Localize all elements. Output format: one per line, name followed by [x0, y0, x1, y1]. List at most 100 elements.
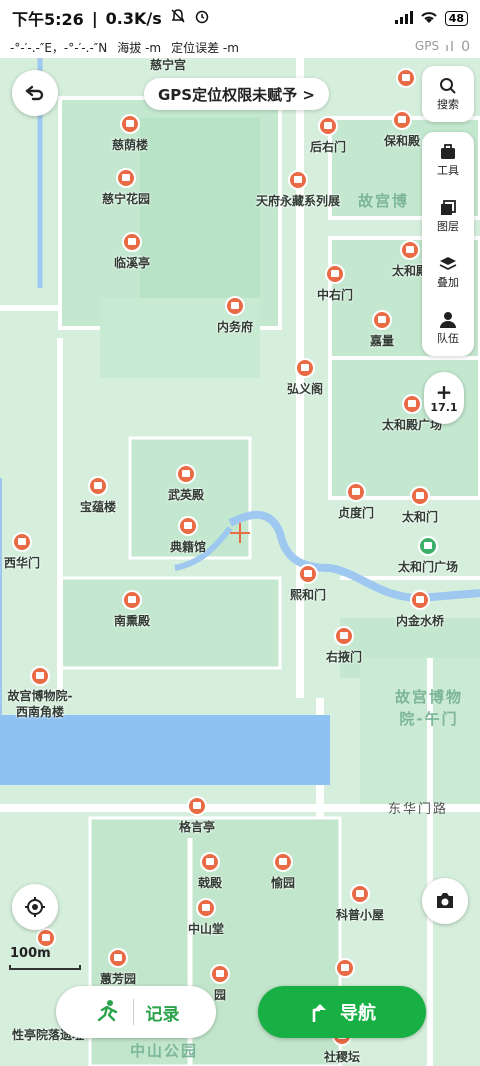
poi-zhongshan-hall[interactable]: 中山堂: [188, 898, 224, 937]
poi-label: 典籍馆: [169, 540, 207, 554]
location-info-bar: -°-′-.-″E，-°-′-.-″N 海拔 -m 定位误差 -m GPS 0: [0, 36, 480, 58]
landmark-pin-icon: [371, 310, 392, 330]
landmark-pin-icon: [409, 590, 430, 610]
gps-permission-banner[interactable]: GPS定位权限未赋予 >: [144, 78, 329, 110]
poi-label: 内务府: [216, 320, 254, 334]
poi-ji-hall[interactable]: 戟殿: [198, 852, 222, 891]
poi-east-marker[interactable]: [396, 68, 416, 88]
landmark-pin-icon: [121, 590, 142, 610]
gps-permission-text: GPS定位权限未赋予 >: [158, 85, 315, 104]
record-button[interactable]: 记录: [56, 986, 216, 1038]
poi-label: 慈荫楼: [111, 138, 149, 152]
poi-zhendu-gate[interactable]: 贞度门: [338, 482, 374, 521]
poi-xihua-gate[interactable]: 西华门: [4, 532, 40, 571]
landmark-pin-icon: [87, 476, 108, 496]
poi-label: 科普小屋: [335, 908, 385, 922]
locate-icon: [25, 897, 45, 917]
poi-label: 武英殿: [167, 488, 205, 502]
layers-button[interactable]: 图层: [422, 188, 474, 244]
poi-wuying-hall[interactable]: 武英殿: [168, 464, 204, 503]
navigate-button[interactable]: 导航: [258, 986, 426, 1038]
poi-west-marker[interactable]: [36, 928, 56, 948]
poi-huifang-garden[interactable]: 蕙芳园: [100, 948, 136, 987]
team-button[interactable]: 队伍: [422, 300, 474, 356]
poi-label: 慈宁宫: [149, 58, 187, 72]
landmark-pin-icon: [175, 464, 196, 484]
overlay-button[interactable]: 叠加: [422, 244, 474, 300]
toolbox-icon: [441, 144, 455, 159]
navigate-label: 导航: [340, 1003, 376, 1024]
search-icon: [440, 78, 456, 94]
landmark-pin-icon: [349, 884, 370, 904]
search-panel: 搜索: [422, 66, 474, 122]
record-divider: [132, 999, 134, 1025]
poi-jialiang[interactable]: 嘉量: [370, 310, 394, 349]
layers-icon: [441, 200, 456, 215]
back-button[interactable]: [12, 70, 58, 116]
battery-level: 48: [444, 10, 468, 26]
landmark-pin-icon: [272, 852, 293, 872]
overlay-label: 叠加: [437, 276, 459, 289]
wifi-icon: [419, 9, 439, 28]
poi-label: 社稷坛: [323, 1050, 361, 1064]
poi-label: 戟殿: [197, 876, 223, 890]
tool-button[interactable]: 工具: [422, 132, 474, 188]
poi-baohe-hall[interactable]: 保和殿: [384, 110, 420, 149]
landmark-pin-icon: [210, 964, 230, 984]
poi-label: 熙和门: [289, 588, 327, 602]
poi-sheji-marker[interactable]: [335, 958, 355, 978]
poi-tianfu-exhibition[interactable]: 天府永藏系列展: [256, 170, 340, 209]
poi-label: 弘义阁: [286, 382, 324, 396]
poi-cining-palace[interactable]: 慈宁宫: [150, 58, 186, 73]
landmark-pin-icon: [186, 796, 207, 816]
zoom-control[interactable]: + 17.1: [424, 372, 464, 424]
poi-geyan-pavilion[interactable]: 格言亭: [179, 796, 215, 835]
running-person-icon: [97, 1000, 117, 1022]
landmark-pin-icon: [195, 898, 216, 918]
camera-button[interactable]: [422, 878, 468, 924]
landmark-pin-icon: [177, 516, 198, 536]
poi-neiwu-fu[interactable]: 内务府: [217, 296, 253, 335]
poi-yu-garden[interactable]: 愉园: [271, 852, 295, 891]
landmark-pin-icon: [391, 110, 412, 130]
status-bar: 下午5:26 | 0.3K/s 48: [0, 0, 480, 36]
poi-dianji-hall[interactable]: 典籍馆: [170, 516, 206, 555]
poi-label: 中山堂: [187, 922, 225, 936]
landmark-pin-icon: [396, 68, 416, 88]
poi-label: 后右门: [309, 140, 347, 154]
tool-label: 工具: [437, 164, 459, 177]
poi-hongyi-pavilion[interactable]: 弘义阁: [287, 358, 323, 397]
poi-youye-gate[interactable]: 右掖门: [326, 626, 362, 665]
poi-neijinshui-bridge[interactable]: 内金水桥: [396, 590, 444, 629]
poi-nanxun-hall[interactable]: 南熏殿: [114, 590, 150, 629]
poi-zhongyou-gate[interactable]: 中右门: [317, 264, 353, 303]
poi-ciyin-tower[interactable]: 慈荫楼: [112, 114, 148, 153]
back-arrow-icon: [25, 85, 44, 101]
poi-baoyun-tower[interactable]: 宝蕴楼: [80, 476, 116, 515]
poi-cining-garden[interactable]: 慈宁花园: [102, 168, 150, 207]
landmark-pin-icon: [119, 114, 140, 134]
poi-label: 愉园: [270, 876, 296, 890]
tool-panel: 工具 图层 叠加 队伍: [422, 132, 474, 356]
poi-linxi-pavilion[interactable]: 临溪亭: [114, 232, 150, 271]
alarm-icon: [194, 8, 210, 28]
poi-label: 格言亭: [178, 820, 216, 834]
poi-houyou-gate[interactable]: 后右门: [310, 116, 346, 155]
poi-southwest-tower[interactable]: 故宫博物院-西南角楼: [4, 666, 76, 720]
gps-label: GPS: [414, 39, 440, 53]
poi-taihe-gate-square[interactable]: 太和门广场: [398, 536, 458, 575]
overlay-icon: [439, 257, 457, 271]
landmark-pin-icon: [294, 358, 315, 378]
poi-xihe-gate[interactable]: 熙和门: [290, 564, 326, 603]
locate-button[interactable]: [12, 884, 58, 930]
poi-label: 西华门: [3, 556, 41, 570]
map-scale: 100m: [10, 946, 51, 961]
map-view[interactable]: 故宫博 故宫博物院-午门 中山公园 东华门路 慈宁宫 慈荫楼 慈宁花园 临溪亭 …: [0, 58, 480, 1066]
poi-garden[interactable]: 园: [210, 964, 230, 1003]
poi-label: 蕙芳园: [99, 972, 137, 986]
poi-science-hut[interactable]: 科普小屋: [336, 884, 384, 923]
status-time: 下午5:26: [12, 10, 84, 29]
poi-taihe-gate[interactable]: 太和门: [402, 486, 438, 525]
search-button[interactable]: 搜索: [422, 66, 474, 122]
signal-icon: [393, 9, 413, 28]
